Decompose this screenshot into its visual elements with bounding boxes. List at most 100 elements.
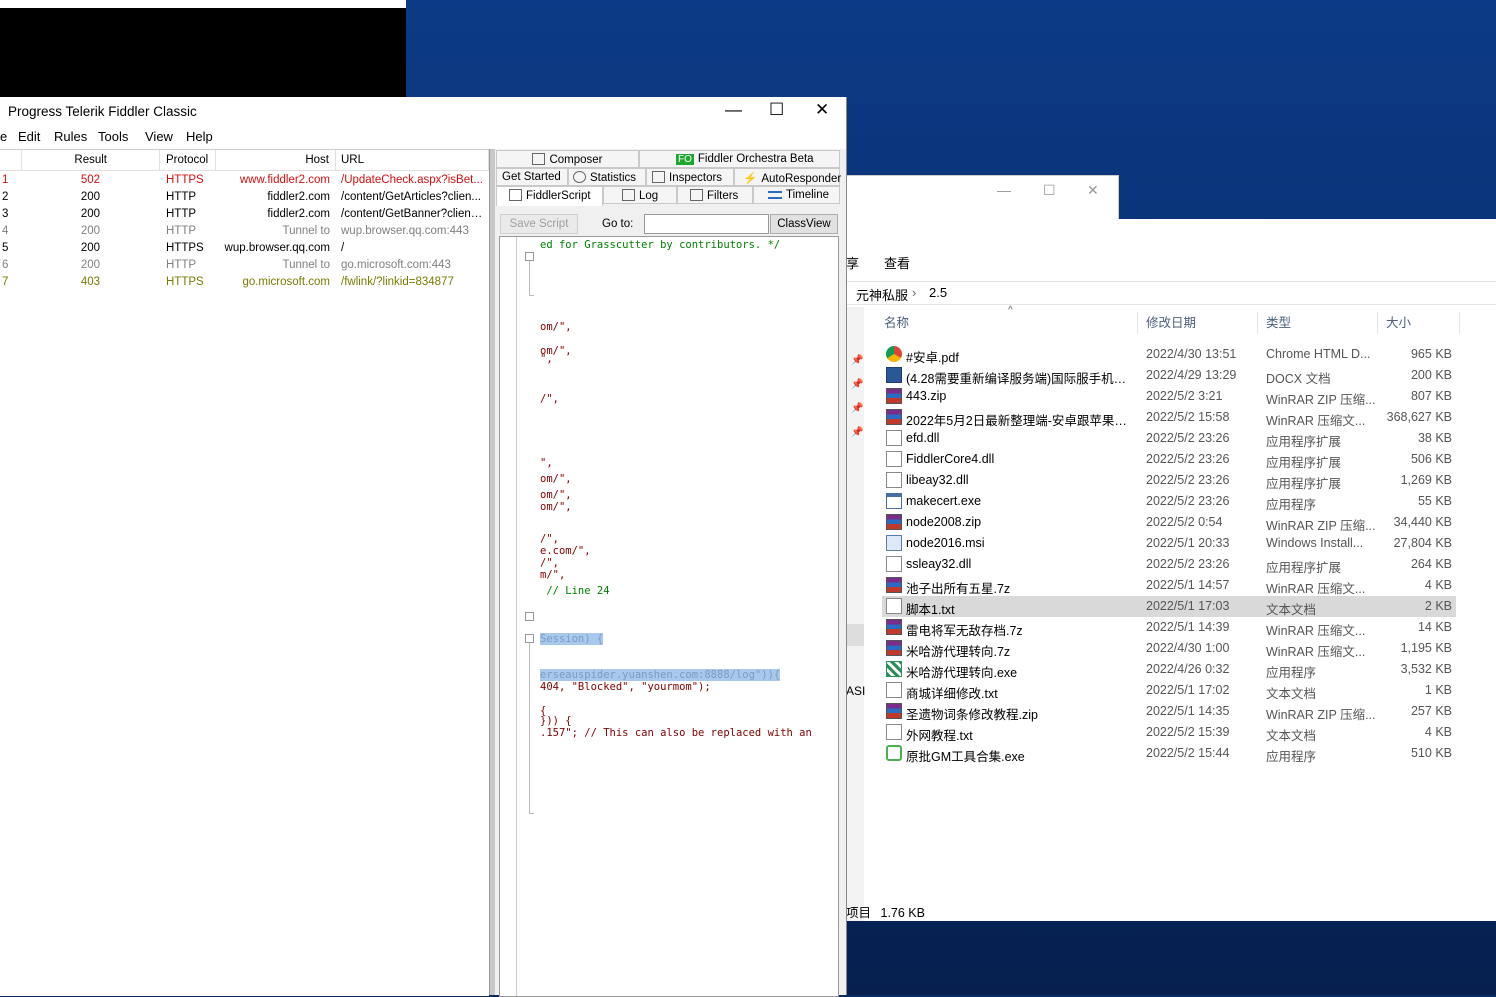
column-header-size[interactable]: 大小 [1382, 312, 1460, 334]
tab-fiddler-orchestra[interactable]: FO Fiddler Orchestra Beta [639, 150, 840, 168]
minimize-button[interactable]: — [725, 100, 742, 120]
lightning-icon: ⚡ [743, 173, 758, 185]
file-date: 2022/5/2 0:54 [1146, 515, 1223, 529]
close-button[interactable]: ✕ [815, 100, 829, 120]
file-row[interactable]: FiddlerCore4.dll 2022/5/2 23:26 应用程序扩展 506 … [882, 449, 1456, 470]
breadcrumb-current[interactable]: 2.5 [929, 285, 947, 300]
session-row[interactable]: 4 200 HTTP Tunnel to wup.browser.qq.com:443 [0, 224, 489, 241]
file-row[interactable]: node2008.zip 2022/5/2 0:54 WinRAR ZIP 压缩..… [882, 512, 1456, 533]
explorer-minimize-button[interactable]: — [997, 182, 1011, 198]
dll-icon [886, 451, 902, 467]
file-row[interactable]: ssleay32.dll 2022/5/2 23:26 应用程序扩展 264 KB [882, 554, 1456, 575]
file-row[interactable]: 脚本1.txt 2022/5/1 17:03 文本文档 2 KB [882, 596, 1456, 617]
file-name: 脚本1.txt [906, 603, 955, 617]
file-row[interactable]: 米哈游代理转向.7z 2022/4/30 1:00 WinRAR 压缩文... 1,1… [882, 638, 1456, 659]
file-size: 368,627 KB [1386, 410, 1452, 424]
session-url: /content/GetBanner?client... [341, 208, 483, 220]
file-row[interactable]: node2016.msi 2022/5/1 20:33 Windows Instal… [882, 533, 1456, 554]
file-size: 4 KB [1424, 725, 1452, 739]
fold-toggle-icon[interactable] [525, 634, 534, 643]
session-row[interactable]: 7 403 HTTPS go.microsoft.com/fwlink/?linkid… [0, 275, 489, 292]
column-header-host[interactable]: Host [216, 150, 336, 171]
file-name: ssleay32.dll [906, 557, 972, 571]
file-size: 34,440 KB [1393, 515, 1452, 529]
column-header-result[interactable]: Result [22, 150, 160, 171]
file-type: 文本文档 [1266, 729, 1317, 743]
ribbon-tab-share[interactable]: 享 [846, 253, 859, 272]
tab-inspectors[interactable]: Inspectors [646, 168, 734, 186]
address-bar[interactable]: 元神私服 › 2.5 [846, 281, 1496, 305]
goto-input[interactable] [644, 214, 769, 234]
session-result: 200 [80, 225, 100, 237]
session-row[interactable]: 1 502 HTTPS www.fiddler2.com/UpdateCheck.as… [0, 173, 489, 190]
pin-icon: 📌 [851, 427, 864, 438]
menu-view[interactable]: View [145, 129, 173, 144]
menu-tools[interactable]: Tools [98, 129, 128, 144]
rar-icon [886, 640, 902, 656]
file-row[interactable]: 2022年5月2日最新整理端-安卓跟苹果跟... 2022/5/2 15:58 Wi… [882, 407, 1456, 428]
file-row[interactable]: 原批GM工具合集.exe 2022/5/2 15:44 应用程序 510 KB [882, 743, 1456, 764]
tab-log[interactable]: Log [603, 186, 677, 204]
session-protocol: HTTP [166, 259, 197, 271]
file-name: makecert.exe [906, 494, 982, 508]
file-row[interactable]: 商城详细修改.txt 2022/5/1 17:02 文本文档 1 KB [882, 680, 1456, 701]
timeline-icon [768, 190, 782, 199]
tab-timeline[interactable]: Timeline [753, 186, 840, 204]
session-row[interactable]: 2 200 HTTP fiddler2.com/content/GetArticles… [0, 190, 489, 207]
tab-fiddlerscript[interactable]: FiddlerScript [496, 186, 603, 206]
session-row[interactable]: 5 200 HTTPS wup.browser.qq.com / [0, 241, 489, 258]
tab-filters[interactable]: Filters [677, 186, 753, 204]
menu-file[interactable]: e [0, 129, 7, 144]
explorer-close-button[interactable]: ✕ [1087, 182, 1099, 199]
session-url: / [341, 242, 345, 254]
session-result: 200 [80, 208, 100, 220]
column-header-date[interactable]: 修改日期 [1142, 312, 1258, 334]
script-line: /", [540, 557, 559, 569]
column-header-id[interactable] [0, 150, 22, 171]
file-row[interactable]: 池子出所有五星.7z 2022/5/1 14:57 WinRAR 压缩文... 4 K… [882, 575, 1456, 596]
column-header-url[interactable]: URL [336, 150, 489, 171]
script-editor[interactable]: ed for Grasscutter by contributors. */ om… [499, 236, 839, 997]
tab-composer[interactable]: Composer [496, 150, 639, 168]
script-toolbar: Save Script Go to: ClassView [495, 212, 846, 236]
breadcrumb-folder[interactable]: 元神私服 [856, 285, 908, 304]
fold-toggle-icon[interactable] [525, 612, 534, 621]
fiddler-window: Progress Telerik Fiddler Classic — ☐ ✕ e… [0, 97, 847, 997]
explorer-maximize-button[interactable]: ☐ [1043, 182, 1056, 199]
msi-icon [886, 535, 902, 551]
menu-help[interactable]: Help [186, 129, 213, 144]
file-size: 1,269 KB [1400, 473, 1452, 487]
save-script-button[interactable]: Save Script [500, 214, 578, 234]
tab-get-started[interactable]: Get Started [496, 168, 568, 186]
explorer-title-bar: — ☐ ✕ [846, 175, 1119, 221]
ribbon-tab-view[interactable]: 查看 [884, 253, 910, 272]
file-row[interactable]: efd.dll 2022/5/2 23:26 应用程序扩展 38 KB [882, 428, 1456, 449]
column-header-type[interactable]: 类型 [1262, 312, 1378, 334]
menu-rules[interactable]: Rules [54, 129, 87, 144]
nav-selected-item[interactable] [846, 624, 864, 646]
file-name: 原批GM工具合集.exe [906, 750, 1025, 764]
fold-toggle-icon[interactable] [525, 252, 534, 261]
file-row[interactable]: 443.zip 2022/5/2 3:21 WinRAR ZIP 压缩... 807 … [882, 386, 1456, 407]
file-row[interactable]: 外网教程.txt 2022/5/2 15:39 文本文档 4 KB [882, 722, 1456, 743]
session-url: go.microsoft.com:443 [341, 259, 451, 271]
session-row[interactable]: 6 200 HTTP Tunnel to go.microsoft.com:443 [0, 258, 489, 275]
file-row[interactable]: #安卓.pdf 2022/4/30 13:51 Chrome HTML D... 96… [882, 344, 1456, 365]
session-protocol: HTTP [166, 208, 197, 220]
file-row[interactable]: (4.28需要重新编译服务端)国际服手机教... 2022/4/29 13:29 D… [882, 365, 1456, 386]
column-header-name[interactable]: 名称 [880, 312, 1138, 334]
menu-edit[interactable]: Edit [18, 129, 40, 144]
session-row[interactable]: 3 200 HTTP fiddler2.com/content/GetBanner?c… [0, 207, 489, 224]
classview-button[interactable]: ClassView [770, 214, 838, 234]
file-date: 2022/5/2 23:26 [1146, 452, 1230, 466]
column-header-protocol[interactable]: Protocol [160, 150, 216, 171]
file-row[interactable]: libeay32.dll 2022/5/2 23:26 应用程序扩展 1,269 KB [882, 470, 1456, 491]
file-row[interactable]: 圣遗物词条修改教程.zip 2022/5/1 14:35 WinRAR ZIP 压缩… [882, 701, 1456, 722]
file-row[interactable]: 米哈游代理转向.exe 2022/4/26 0:32 应用程序 3,532 KB [882, 659, 1456, 680]
maximize-button[interactable]: ☐ [769, 100, 784, 120]
tab-statistics[interactable]: Statistics [568, 168, 646, 186]
file-row[interactable]: makecert.exe 2022/5/2 23:26 应用程序 55 KB [882, 491, 1456, 512]
file-row[interactable]: 雷电将军无敌存档.7z 2022/5/1 14:39 WinRAR 压缩文... 14… [882, 617, 1456, 638]
session-id: 7 [2, 276, 9, 288]
tab-autoresponder[interactable]: ⚡ AutoResponder [734, 168, 841, 186]
